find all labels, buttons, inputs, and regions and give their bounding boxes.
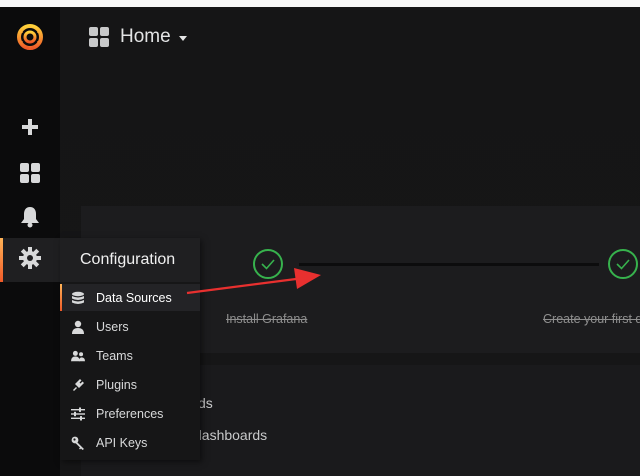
menu-item-data-sources[interactable]: Data Sources — [60, 284, 200, 311]
menu-header: Configuration — [60, 238, 200, 282]
sliders-icon — [71, 407, 85, 421]
dashboard-grid-icon — [89, 27, 109, 47]
step-complete-check-icon — [253, 249, 283, 279]
database-icon — [71, 291, 85, 305]
bell-icon[interactable] — [0, 197, 60, 237]
active-accent — [60, 284, 62, 311]
menu-item-label: Plugins — [96, 377, 137, 392]
list-item[interactable]: dashboards — [194, 427, 267, 443]
menu-item-users[interactable]: Users — [60, 313, 200, 340]
menu-title: Configuration — [80, 251, 176, 268]
step-create-first-dashboard[interactable]: Create your first d — [543, 312, 640, 326]
menu-item-plugins[interactable]: Plugins — [60, 371, 200, 398]
sidebar-item-configuration[interactable] — [0, 238, 60, 282]
menu-item-preferences[interactable]: Preferences — [60, 400, 200, 427]
gear-icon — [19, 246, 41, 274]
menu-item-label: Users — [96, 319, 129, 334]
active-indicator — [0, 238, 3, 282]
plug-icon — [71, 378, 85, 392]
list-item[interactable]: ds — [198, 395, 213, 411]
menu-item-label: Data Sources — [96, 290, 172, 305]
grafana-logo-icon[interactable] — [0, 17, 60, 57]
configuration-menu: Configuration Data Sources Users Teams P… — [60, 238, 200, 460]
menu-item-api-keys[interactable]: API Keys — [60, 429, 200, 456]
progress-track — [299, 263, 599, 266]
browser-top-strip — [0, 0, 640, 7]
menu-item-label: Teams — [96, 348, 133, 363]
user-icon — [71, 320, 85, 334]
page-title: Home — [120, 26, 171, 47]
menu-item-label: Preferences — [96, 406, 164, 421]
menu-item-teams[interactable]: Teams — [60, 342, 200, 369]
users-icon — [71, 349, 85, 363]
step-complete-check-icon — [608, 249, 638, 279]
sidebar — [0, 7, 60, 476]
key-icon — [71, 436, 85, 450]
dashboard-picker[interactable]: Home — [88, 25, 187, 49]
grid-icon[interactable] — [0, 153, 60, 193]
menu-item-label: API Keys — [96, 435, 148, 450]
step-install-grafana[interactable]: Install Grafana — [226, 312, 307, 326]
caret-down-icon — [178, 36, 187, 41]
plus-icon[interactable] — [0, 107, 60, 147]
